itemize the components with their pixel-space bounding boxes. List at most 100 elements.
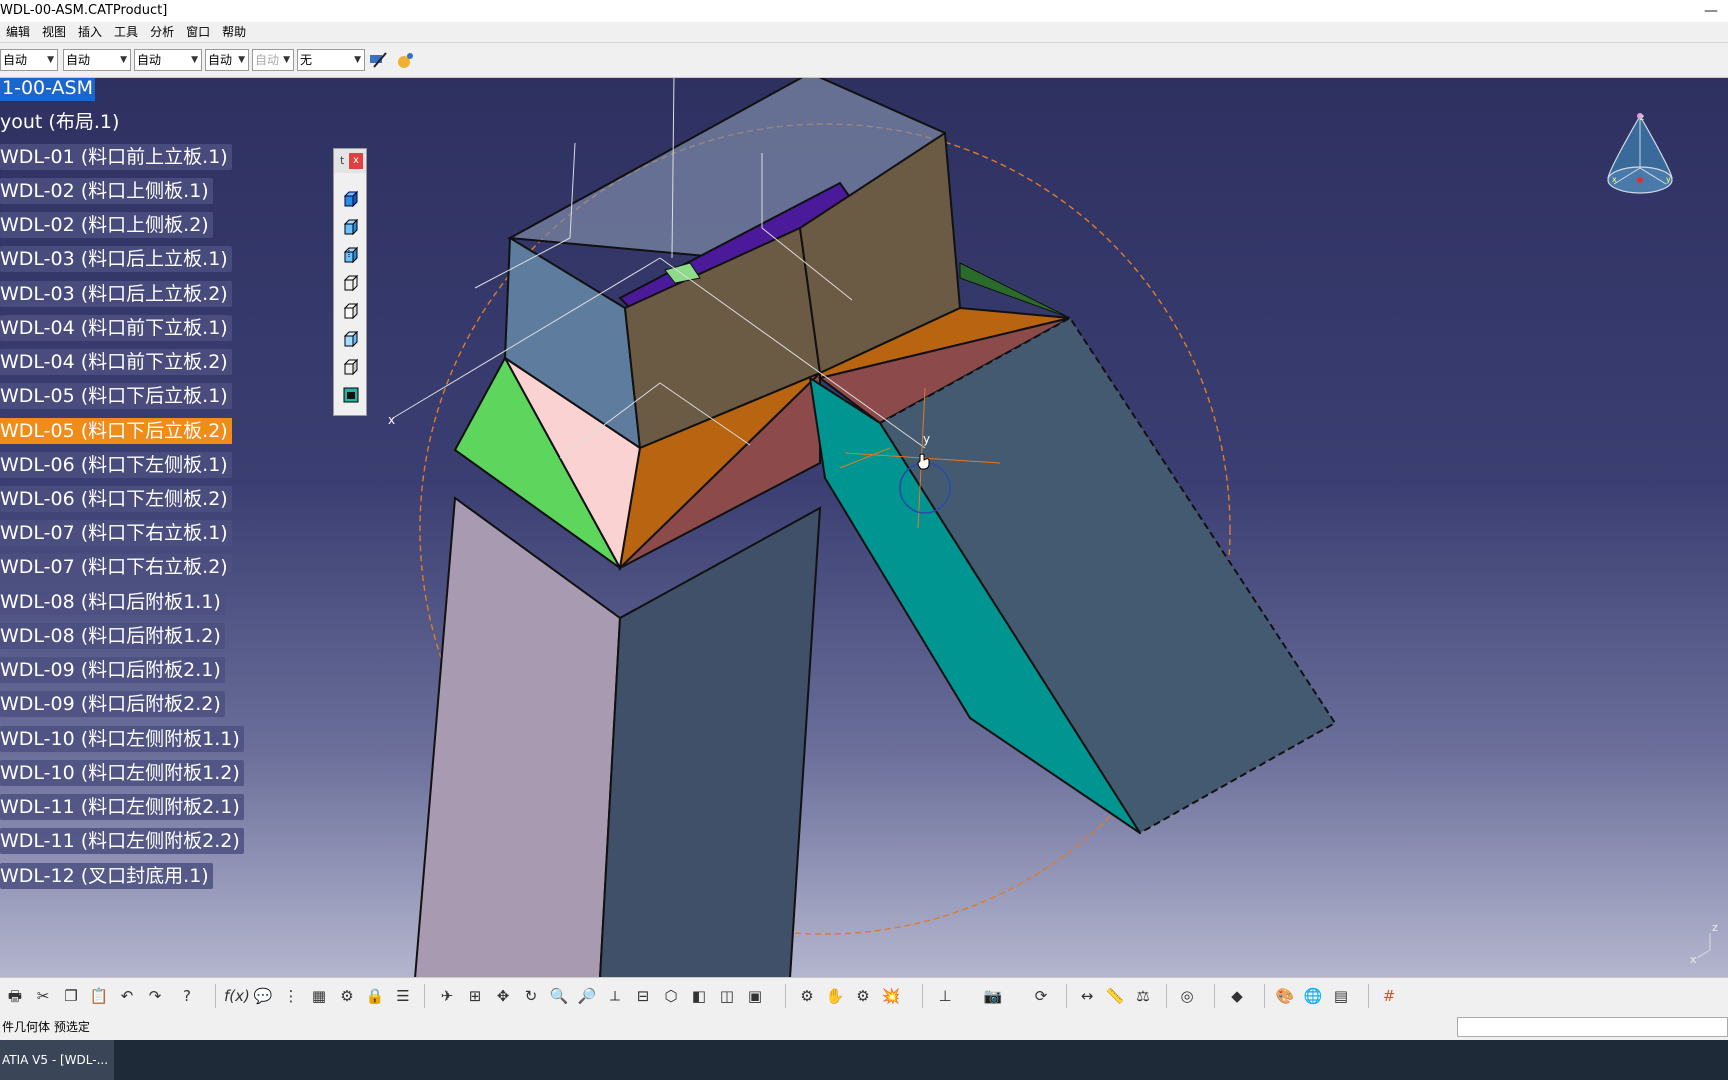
tree-item[interactable]: WDL-09 (料口后附板2.1): [0, 657, 225, 683]
view-mode-icon[interactable]: ◧: [688, 986, 710, 1006]
grid-icon[interactable]: #: [1378, 986, 1400, 1006]
transparency-combo[interactable]: 自动 ▼: [63, 49, 131, 71]
help-icon[interactable]: ?: [176, 986, 198, 1006]
line-type-combo[interactable]: 自动 ▼: [205, 49, 249, 71]
tree-item[interactable]: WDL-01 (料口前上立板.1): [0, 144, 232, 170]
shading-edges-cube-icon[interactable]: [341, 217, 361, 237]
tree-item[interactable]: WDL-04 (料口前下立板.1): [0, 315, 232, 341]
corner-axis: [1696, 949, 1711, 959]
command-input[interactable]: [1457, 1017, 1728, 1037]
3d-model[interactable]: x y z x: [0, 78, 1728, 977]
tree-item[interactable]: WDL-12 (叉口封底用.1): [0, 863, 213, 889]
wireframe-cube-icon[interactable]: [341, 273, 361, 293]
tree-item[interactable]: WDL-10 (料口左侧附板1.1): [0, 726, 244, 752]
tree-item[interactable]: WDL-05 (料口下后立板.1): [0, 383, 232, 409]
pan-icon[interactable]: ✥: [492, 986, 514, 1006]
graphic-properties-icon[interactable]: [396, 51, 416, 69]
menu-insert[interactable]: 插入: [72, 22, 108, 42]
paste-icon[interactable]: 📋: [88, 986, 110, 1006]
tree-root[interactable]: 1-00-ASM: [0, 78, 96, 101]
table-icon[interactable]: ▦: [308, 986, 330, 1006]
shading-cube-icon[interactable]: [341, 189, 361, 209]
menu-view[interactable]: 视图: [36, 22, 72, 42]
redo-icon[interactable]: ↷: [144, 986, 166, 1006]
parameter-icon[interactable]: ⋮: [280, 986, 302, 1006]
apply-material-icon[interactable]: ◆: [1226, 986, 1248, 1006]
axis-x-label: x: [388, 413, 395, 427]
tree-item[interactable]: WDL-02 (料口上侧板.2): [0, 212, 213, 238]
line-thickness-combo[interactable]: 自动 ▼: [134, 49, 202, 71]
toolbar-separator: [922, 984, 923, 1008]
tree-item[interactable]: WDL-09 (料口后附板2.2): [0, 691, 225, 717]
tree-item[interactable]: WDL-06 (料口下左侧板.2): [0, 486, 232, 512]
shading-hidden-edges-cube-icon[interactable]: [341, 245, 361, 265]
swap-space-icon[interactable]: ▣: [744, 986, 766, 1006]
scene-icon[interactable]: ◎: [1176, 986, 1198, 1006]
menu-analysis[interactable]: 分析: [144, 22, 180, 42]
capture-icon[interactable]: 📷: [982, 986, 1004, 1006]
minimize-icon[interactable]: —: [1700, 0, 1722, 22]
tree-item-selected[interactable]: WDL-05 (料口下后立板.2): [0, 418, 232, 444]
tree-item[interactable]: WDL-11 (料口左侧附板2.1): [0, 794, 244, 820]
taskbar-item-catia[interactable]: ATIA V5 - [WDL-...: [0, 1040, 114, 1080]
compass-icon[interactable]: z x y: [1600, 108, 1680, 218]
hidden-line-cube-icon[interactable]: [341, 301, 361, 321]
undo-icon[interactable]: ↶: [116, 986, 138, 1006]
customize-view-icon[interactable]: [341, 385, 361, 405]
tree-item[interactable]: WDL-08 (料口后附板1.2): [0, 623, 225, 649]
menu-tools[interactable]: 工具: [108, 22, 144, 42]
clash-icon[interactable]: ⊥: [934, 986, 956, 1006]
tree-item[interactable]: WDL-10 (料口左侧附板1.2): [0, 760, 244, 786]
snap-icon[interactable]: ⚙: [852, 986, 874, 1006]
tree-item[interactable]: WDL-02 (料口上侧板.1): [0, 178, 213, 204]
formula-icon[interactable]: f(x): [224, 986, 250, 1006]
fit-all-icon[interactable]: ⊞: [464, 986, 486, 1006]
format-painter-icon[interactable]: [368, 51, 388, 69]
comment-icon[interactable]: 💬: [252, 986, 274, 1006]
layer-combo[interactable]: 无 ▼: [297, 49, 365, 71]
iso-view-icon[interactable]: ⬡: [660, 986, 682, 1006]
menu-window[interactable]: 窗口: [180, 22, 216, 42]
update-icon[interactable]: ⟳: [1030, 986, 1052, 1006]
tree-item[interactable]: WDL-06 (料口下左侧板.1): [0, 452, 232, 478]
measure-item-icon[interactable]: 📏: [1104, 986, 1126, 1006]
fly-mode-icon[interactable]: ✈: [436, 986, 458, 1006]
tree-item[interactable]: WDL-07 (料口下右立板.2): [0, 554, 232, 580]
normal-view-icon[interactable]: ⟂: [604, 986, 626, 1006]
color-combo[interactable]: 自动 ▼: [0, 49, 58, 71]
tree-item-layout[interactable]: yout (布局.1): [0, 109, 123, 135]
explode-icon[interactable]: 💥: [880, 986, 902, 1006]
tree-item[interactable]: WDL-03 (料口后上立板.1): [0, 246, 232, 272]
copy-icon[interactable]: ❐: [60, 986, 82, 1006]
tree-item[interactable]: WDL-11 (料口左侧附板2.2): [0, 828, 244, 854]
menu-help[interactable]: 帮助: [216, 22, 252, 42]
measure-inertia-icon[interactable]: ⚖: [1132, 986, 1154, 1006]
lock-icon[interactable]: 🔒: [364, 986, 386, 1006]
tree-item[interactable]: WDL-08 (料口后附板1.1): [0, 589, 225, 615]
menu-edit[interactable]: 编辑: [0, 22, 36, 42]
product-management-icon[interactable]: ▤: [1330, 986, 1352, 1006]
hide-show-icon[interactable]: ◫: [716, 986, 738, 1006]
toolbar-header[interactable]: t x: [334, 149, 366, 173]
measure-between-icon[interactable]: ↔: [1076, 986, 1098, 1006]
3d-viewport[interactable]: x y z x z x y 1-00-ASM yout (布局.1) WDL-0…: [0, 78, 1728, 977]
tree-item[interactable]: WDL-04 (料口前下立板.2): [0, 349, 232, 375]
cut-icon[interactable]: ✂: [32, 986, 54, 1006]
rotate-icon[interactable]: ↻: [520, 986, 542, 1006]
tree-item[interactable]: WDL-03 (料口后上立板.2): [0, 281, 232, 307]
multi-view-icon[interactable]: ⊟: [632, 986, 654, 1006]
shading-material-cube-icon[interactable]: [341, 329, 361, 349]
zoom-out-icon[interactable]: 🔎: [576, 986, 598, 1006]
tree-expand-icon[interactable]: ☰: [392, 986, 414, 1006]
constraint-icon[interactable]: ⚙: [796, 986, 818, 1006]
tree-item[interactable]: WDL-07 (料口下右立板.1): [0, 520, 232, 546]
edges-cube-icon[interactable]: [341, 357, 361, 377]
knowledge-icon[interactable]: ⚙: [336, 986, 358, 1006]
zoom-in-icon[interactable]: 🔍: [548, 986, 570, 1006]
status-text: 件几何体 预选定: [2, 1020, 90, 1034]
manipulation-icon[interactable]: ✋: [824, 986, 846, 1006]
catalog-browser-icon[interactable]: 🎨: [1274, 986, 1296, 1006]
close-icon[interactable]: x: [349, 153, 363, 169]
render-icon[interactable]: 🌐: [1302, 986, 1324, 1006]
print-icon[interactable]: 🖶: [4, 986, 26, 1006]
